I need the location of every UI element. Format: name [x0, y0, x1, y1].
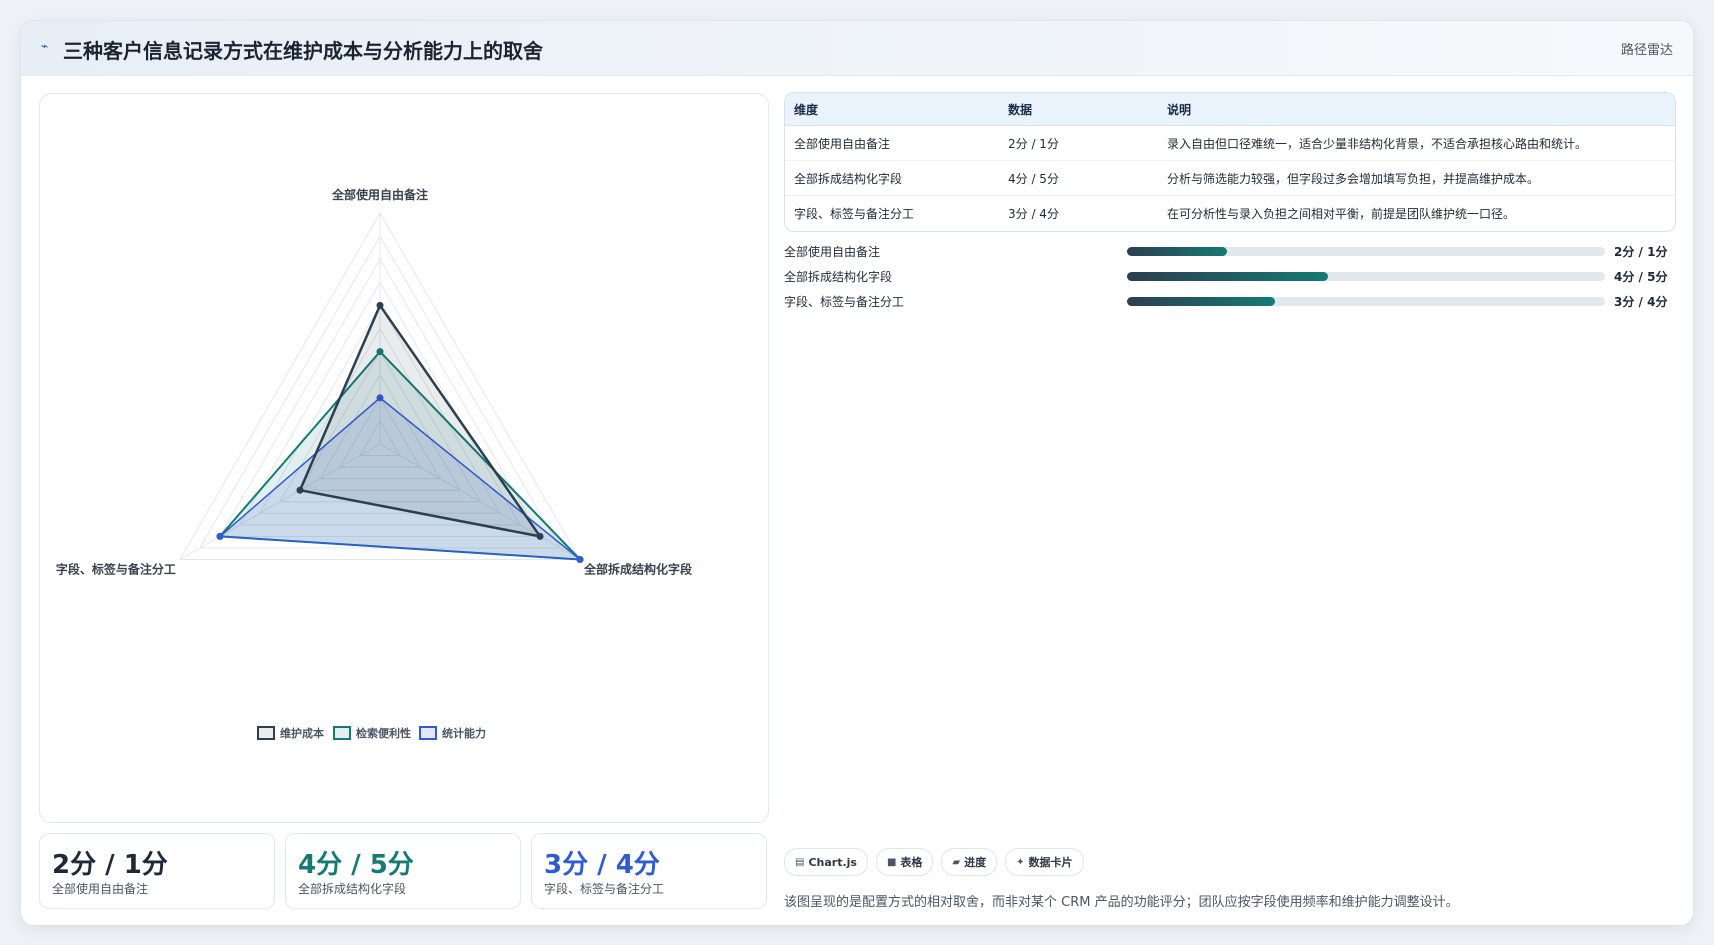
radar-axis-label: 全部拆成结构化字段 [583, 562, 693, 577]
trend-icon: ⌁ [41, 39, 49, 53]
kpi-value: 3分 / 4分 [544, 850, 660, 880]
progress-label: 字段、标签与备注分工 [784, 295, 905, 309]
tab-label: 数据卡片 [1028, 856, 1073, 869]
table-row: 字段、标签与备注分工 3分 / 4分 在可分析性与录入负担之间相对平衡，前提是团… [785, 196, 1675, 231]
legend-label: 统计能力 [442, 726, 486, 740]
progress-value: 3分 / 4分 [1614, 295, 1668, 309]
kpi-card-split-roles: 3分 / 4分 字段、标签与备注分工 [531, 833, 767, 909]
footnote: 该图呈现的是配置方式的相对取舍，而非对某个 CRM 产品的功能评分；团队应按字段… [784, 895, 1459, 910]
kpi-label: 全部拆成结构化字段 [298, 882, 407, 896]
radar-data-point [536, 532, 544, 540]
progress-label: 全部拆成结构化字段 [784, 270, 893, 284]
radar-data-point [296, 486, 304, 494]
table-cell: 全部使用自由备注 [785, 125, 999, 161]
table-icon: ■ [886, 856, 897, 868]
progress-fill [1127, 247, 1228, 256]
page-title: 三种客户信息记录方式在维护成本与分析能力上的取舍 [63, 39, 543, 63]
kpi-card-free-notes: 2分 / 1分 全部使用自由备注 [39, 833, 275, 909]
column-header: 数据 [999, 93, 1158, 126]
column-header: 维度 [785, 93, 999, 126]
radar-axis-label: 字段、标签与备注分工 [56, 562, 176, 577]
table-cell: 录入自由但口径难统一，适合少量非结构化背景，不适合承担核心路由和统计。 [1158, 125, 1675, 161]
radar-data-point [216, 532, 224, 540]
legend-swatch [333, 726, 351, 740]
table-cell: 4分 / 5分 [999, 160, 1158, 196]
chart-type-tag: 路径雷达 [1620, 43, 1673, 58]
progress-track [1127, 297, 1605, 306]
tab-label: Chart.js [808, 855, 857, 869]
progress-row: 全部使用自由备注 2分 / 1分 [784, 241, 1674, 266]
kpi-card-structured-fields: 4分 / 5分 全部拆成结构化字段 [285, 833, 521, 909]
legend-swatch [257, 726, 275, 740]
tab-label: 进度 [964, 856, 987, 869]
tab-data-cards[interactable]: ✦ 数据卡片 [1005, 848, 1084, 876]
legend-label: 检索便利性 [356, 726, 411, 740]
card-icon: ✦ [1016, 856, 1025, 868]
radar-axis-label: 全部使用自由备注 [331, 187, 428, 202]
progress-track [1127, 247, 1605, 256]
table-cell: 字段、标签与备注分工 [794, 206, 915, 221]
progress-value: 2分 / 1分 [1614, 245, 1668, 259]
progress-fill [1127, 297, 1276, 306]
card-header: ⌁ 三种客户信息记录方式在维护成本与分析能力上的取舍 路径雷达 [21, 21, 1693, 76]
progress-value: 4分 / 5分 [1614, 270, 1668, 284]
report-card: ⌁ 三种客户信息记录方式在维护成本与分析能力上的取舍 路径雷达 全部使用自由备注… [20, 20, 1694, 926]
tab-progress[interactable]: ▰ 进度 [941, 848, 998, 876]
table-cell: 分析与筛选能力较强，但字段过多会增加填写负担，并提高维护成本。 [1158, 160, 1675, 196]
kpi-label: 字段、标签与备注分工 [544, 882, 665, 896]
table-cell: 全部拆成结构化字段 [785, 160, 999, 196]
progress-row: 字段、标签与备注分工 3分 / 4分 [784, 291, 1674, 316]
radar-data-point [376, 301, 384, 309]
table-cell: 3分 / 4分 [1008, 206, 1059, 221]
progress-icon: ▰ [952, 856, 961, 868]
radar-data-point [576, 556, 584, 563]
data-table-container: 维度 数据 说明 全部使用自由备注 2分 / 1分 录入自由但口径难统一，适合少… [784, 92, 1676, 232]
table-cell: 在可分析性与录入负担之间相对平衡，前提是团队维护统一口径。 [1167, 206, 1516, 221]
table-row: 全部拆成结构化字段 4分 / 5分 分析与筛选能力较强，但字段过多会增加填写负担… [785, 160, 1675, 196]
progress-track [1127, 272, 1605, 281]
legend-label: 维护成本 [280, 726, 324, 740]
kpi-value: 4分 / 5分 [298, 850, 414, 880]
tab-label: 表格 [900, 856, 923, 869]
chart-icon: ▤ [795, 856, 805, 868]
progress-list: 全部使用自由备注 2分 / 1分 全部拆成结构化字段 4分 / 5分 字段、标签… [784, 241, 1674, 316]
kpi-label: 全部使用自由备注 [52, 882, 149, 896]
radar-chart-panel: 全部使用自由备注全部拆成结构化字段 字段、标签与备注分工维护成本 检索便利性 统计能力 [39, 93, 769, 823]
tab-table[interactable]: ■ 表格 [875, 848, 934, 876]
column-header: 说明 [1158, 93, 1675, 126]
table-header-row: 维度 数据 说明 [785, 93, 1675, 126]
table-row: 全部使用自由备注 2分 / 1分 录入自由但口径难统一，适合少量非结构化背景，不… [785, 125, 1675, 161]
kpi-value: 2分 / 1分 [52, 850, 168, 880]
progress-fill [1127, 272, 1328, 281]
table-cell: 2分 / 1分 [999, 125, 1158, 161]
tab-chartjs[interactable]: ▤ Chart.js [784, 848, 868, 876]
legend-swatch [419, 726, 437, 740]
progress-row: 全部拆成结构化字段 4分 / 5分 [784, 266, 1674, 291]
data-table: 维度 数据 说明 全部使用自由备注 2分 / 1分 录入自由但口径难统一，适合少… [785, 93, 1675, 230]
radar-chart: 全部使用自由备注全部拆成结构化字段 字段、标签与备注分工维护成本 检索便利性 统计能力 [56, 187, 693, 740]
progress-label: 全部使用自由备注 [784, 245, 881, 259]
view-switcher: ▤ Chart.js ■ 表格 ▰ 进度 ✦ 数据卡片 [784, 848, 1084, 876]
